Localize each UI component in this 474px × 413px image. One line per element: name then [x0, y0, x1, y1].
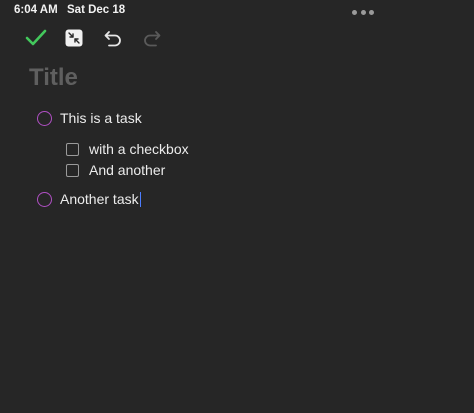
- editor-toolbar: [0, 26, 474, 52]
- redo-button[interactable]: [140, 26, 164, 50]
- checkbox-icon[interactable]: [66, 163, 79, 177]
- status-date: Sat Dec 18: [67, 4, 126, 16]
- note-title-field[interactable]: Title: [29, 62, 78, 94]
- more-dots-icon[interactable]: [352, 9, 374, 15]
- task-circle-icon[interactable]: [37, 110, 52, 126]
- dot: [360, 9, 366, 15]
- status-time: 6:04 AM: [14, 4, 58, 16]
- text-cursor: [139, 191, 142, 207]
- task-item[interactable]: Another task: [37, 188, 142, 210]
- task-label[interactable]: Another task: [60, 191, 139, 207]
- collapse-arrows-icon: [65, 29, 83, 47]
- dot: [369, 9, 374, 15]
- undo-icon: [104, 31, 121, 47]
- status-bar: 6:04 AM Sat Dec 18: [0, 0, 474, 22]
- checklist-item[interactable]: with a checkbox: [66, 139, 189, 159]
- task-circle-icon[interactable]: [37, 191, 52, 207]
- collapse-button[interactable]: [62, 26, 86, 50]
- dot: [352, 9, 357, 15]
- checkbox-icon[interactable]: [66, 142, 79, 156]
- checklist-item-label: with a checkbox: [89, 141, 189, 157]
- undo-button[interactable]: [101, 26, 125, 50]
- checklist-item[interactable]: And another: [66, 160, 165, 180]
- task-item[interactable]: This is a task: [37, 107, 142, 129]
- done-button[interactable]: [24, 26, 48, 50]
- redo-icon: [144, 31, 161, 47]
- checklist-item-label: And another: [89, 162, 166, 178]
- task-label: This is a task: [60, 110, 142, 126]
- checkmark-icon: [25, 29, 47, 46]
